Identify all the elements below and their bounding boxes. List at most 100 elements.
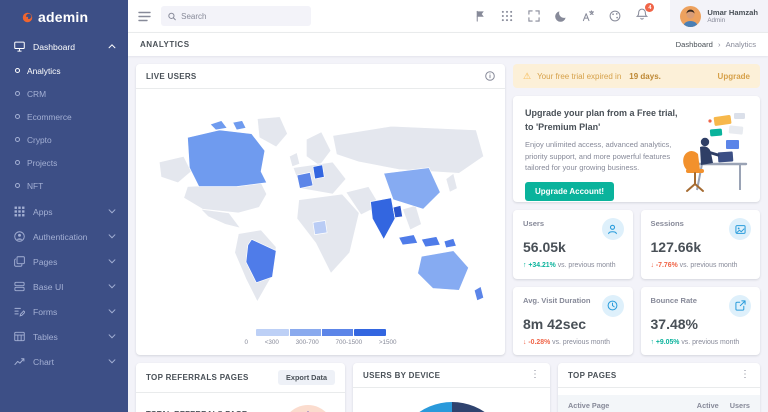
sidebar-item-label: Tables	[33, 332, 58, 342]
stat-value: 127.66k	[651, 239, 751, 255]
breadcrumb-root[interactable]: Dashboard	[676, 40, 713, 49]
sidebar-item-dashboard[interactable]: Dashboard	[0, 34, 128, 59]
column-header: Active	[697, 401, 719, 410]
stat-change-pct: +9.05%	[656, 339, 680, 346]
top-pages-card: TOP PAGES ⋮ Active Page Active Users	[558, 363, 760, 412]
hamburger-menu-icon[interactable]	[138, 11, 151, 22]
brand-logo[interactable]: ademin	[0, 0, 128, 34]
legend-label: 0	[245, 339, 249, 346]
sidebar-item-label: Apps	[33, 207, 53, 217]
fullscreen-icon[interactable]	[528, 10, 540, 22]
sidebar-item-apps[interactable]: Apps	[0, 199, 128, 224]
sidebar-item-ecommerce[interactable]: Ecommerce	[0, 105, 128, 128]
sidebar-item-authentication[interactable]: Authentication	[0, 224, 128, 249]
avatar	[680, 6, 701, 27]
sessions-icon	[729, 218, 751, 240]
chevron-up-icon	[108, 44, 116, 49]
sidebar-item-pages[interactable]: Pages	[0, 249, 128, 274]
sidebar-item-label: Base UI	[33, 282, 64, 292]
card-title: LIVE USERS	[146, 72, 197, 81]
stat-card-users: Users 56.05k ↑ +34.21% vs. previous mont	[513, 210, 633, 279]
page-header: ANALYTICS Dashboard › Analytics	[128, 32, 768, 56]
notification-badge: 4	[645, 3, 654, 12]
dashboard-icon	[14, 41, 25, 52]
circle-icon	[15, 183, 20, 188]
layers-icon	[14, 281, 25, 292]
breadcrumb-current: Analytics	[726, 40, 756, 49]
brand-flame-icon	[22, 12, 33, 23]
pages-icon	[14, 256, 25, 267]
sidebar-item-projects[interactable]: Projects	[0, 151, 128, 174]
export-data-button[interactable]: Export Data	[278, 370, 335, 385]
stat-change-suffix: vs. previous month	[558, 262, 616, 269]
user-circle-icon	[14, 231, 25, 242]
palette-icon[interactable]	[609, 10, 621, 22]
sidebar-item-crypto[interactable]: Crypto	[0, 128, 128, 151]
users-icon	[602, 218, 624, 240]
moon-icon[interactable]	[555, 10, 567, 22]
upgrade-plan-card: Upgrade your plan from a Free trial, to …	[513, 96, 760, 202]
external-link-icon	[729, 295, 751, 317]
content: LIVE USERS	[128, 56, 768, 412]
column-header: Users	[730, 401, 750, 410]
card-title: TOP PAGES	[568, 371, 617, 380]
sidebar-item-nft[interactable]: NFT	[0, 174, 128, 197]
trial-alert-days: 19 days.	[629, 72, 661, 81]
trial-alert: ⚠ Your free trial expired in 19 days. Up…	[513, 64, 760, 88]
user-menu[interactable]: Umar Hamzah Admin	[670, 0, 768, 32]
topbar-icons: 4	[474, 7, 660, 25]
map-legend: 0 <300 300-700 700-1500 >1500	[136, 329, 505, 355]
main-area: 4 Umar Hamzah Admin AN	[128, 0, 768, 412]
chevron-down-icon	[108, 284, 116, 289]
notifications-button[interactable]: 4	[636, 7, 648, 25]
breadcrumb-separator: ›	[718, 40, 721, 49]
chevron-down-icon	[108, 234, 116, 239]
map-legend-labels: 0 <300 300-700 700-1500 >1500	[245, 339, 397, 346]
kebab-menu-icon[interactable]: ⋮	[530, 370, 540, 380]
translate-icon[interactable]	[582, 10, 594, 22]
sidebar-item-label: Pages	[33, 257, 57, 267]
sidebar-item-base-ui[interactable]: Base UI	[0, 274, 128, 299]
circle-icon	[15, 137, 20, 142]
line-chart-icon	[14, 356, 25, 367]
sidebar-item-forms[interactable]: Forms	[0, 299, 128, 324]
stat-card-sessions: Sessions 127.66k ↓ -7.76% vs. previous m	[641, 210, 761, 279]
page-title: ANALYTICS	[140, 40, 190, 49]
stat-change-suffix: vs. previous month	[552, 339, 610, 346]
sidebar: ademin Dashboard Analytics CRM Ecommerce	[0, 0, 128, 412]
warning-icon: ⚠	[523, 71, 531, 82]
legend-label: 700-1500	[335, 339, 362, 346]
sidebar-item-label: Projects	[27, 158, 57, 168]
info-icon[interactable]	[485, 71, 495, 81]
upgrade-account-button[interactable]: Upgrade Account!	[525, 182, 614, 201]
circle-icon	[15, 114, 20, 119]
sidebar-item-tables[interactable]: Tables	[0, 324, 128, 349]
search-icon	[168, 12, 176, 21]
upgrade-description: Enjoy unlimited access, advanced analyti…	[525, 139, 687, 174]
breadcrumb: Dashboard › Analytics	[673, 40, 756, 49]
search-input[interactable]	[181, 12, 304, 21]
column-header: Active Page	[568, 401, 609, 410]
kebab-menu-icon[interactable]: ⋮	[740, 370, 750, 380]
flag-icon[interactable]	[474, 10, 486, 22]
sidebar-item-label: Chart	[33, 357, 54, 367]
stat-value: 37.48%	[651, 316, 751, 332]
sidebar-item-analytics[interactable]: Analytics	[0, 59, 128, 82]
apps-grid-icon[interactable]	[501, 10, 513, 22]
sidebar-item-label: Crypto	[27, 135, 52, 145]
sidebar-item-crm[interactable]: CRM	[0, 82, 128, 105]
stat-change-pct: -0.28%	[528, 339, 550, 346]
device-pie-chart[interactable]	[394, 402, 510, 412]
forms-pen-icon	[14, 306, 25, 317]
referrals-illustration	[279, 401, 337, 412]
chevron-down-icon	[108, 334, 116, 339]
trial-alert-text: Your free trial expired in	[537, 72, 621, 81]
stat-card-avg-visit-duration: Avg. Visit Duration 8m 42sec ↓ -0.28% vs	[513, 287, 633, 356]
stat-change: ↑ +34.21% vs. previous month	[523, 262, 623, 269]
world-map[interactable]	[136, 89, 505, 329]
upgrade-link[interactable]: Upgrade	[718, 72, 750, 81]
user-name: Umar Hamzah	[707, 8, 758, 18]
stat-change: ↑ +9.05% vs. previous month	[651, 339, 751, 346]
brand-name: ademin	[38, 9, 88, 25]
sidebar-item-chart[interactable]: Chart	[0, 349, 128, 374]
